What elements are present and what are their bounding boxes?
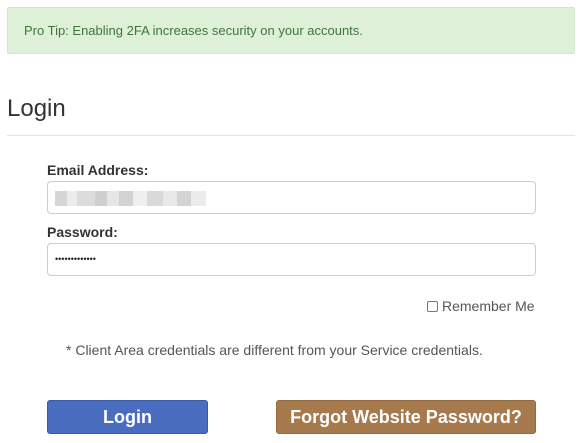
pro-tip-alert: Pro Tip: Enabling 2FA increases security… bbox=[7, 7, 575, 54]
credentials-note: * Client Area credentials are different … bbox=[66, 342, 483, 358]
forgot-password-button[interactable]: Forgot Website Password? bbox=[276, 400, 536, 434]
password-field[interactable]: ••••••••••••• bbox=[47, 243, 536, 276]
password-mask: ••••••••••••• bbox=[55, 254, 96, 264]
remember-me-option[interactable]: Remember Me bbox=[427, 298, 535, 314]
remember-me-label[interactable]: Remember Me bbox=[442, 298, 535, 314]
pro-tip-text: Pro Tip: Enabling 2FA increases security… bbox=[24, 23, 363, 38]
email-field[interactable] bbox=[47, 181, 536, 214]
page-title: Login bbox=[7, 95, 66, 122]
password-label: Password: bbox=[47, 224, 118, 240]
title-divider bbox=[7, 135, 575, 136]
obscured-email-value bbox=[55, 191, 206, 206]
login-button[interactable]: Login bbox=[47, 400, 208, 434]
email-label: Email Address: bbox=[47, 162, 149, 178]
remember-me-checkbox[interactable] bbox=[427, 300, 438, 312]
